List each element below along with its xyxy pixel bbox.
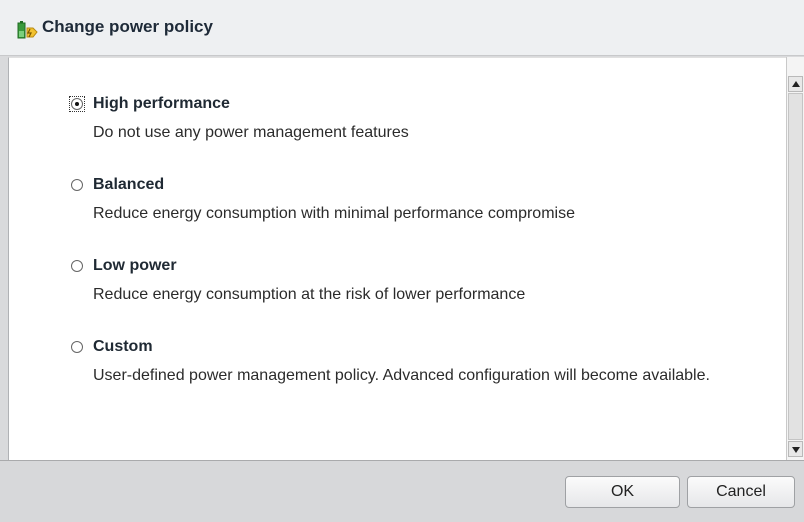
arrow-up-icon	[792, 81, 800, 87]
vertical-scrollbar[interactable]	[786, 57, 804, 460]
dialog-title: Change power policy	[42, 17, 213, 36]
dialog-footer: OK Cancel	[0, 460, 804, 522]
options-panel: High performance Do not use any power ma…	[8, 57, 786, 460]
option-label: High performance	[93, 95, 230, 112]
radio-high-performance[interactable]	[71, 98, 83, 110]
radio-balanced[interactable]	[71, 179, 83, 191]
dialog-titlebar: Change power policy	[0, 0, 804, 56]
option-description: User-defined power management policy. Ad…	[93, 367, 710, 384]
option-label: Custom	[93, 338, 153, 355]
power-policy-icon	[16, 18, 38, 40]
scroll-thumb[interactable]	[788, 93, 803, 440]
cancel-button[interactable]: Cancel	[687, 476, 795, 508]
option-description: Reduce energy consumption with minimal p…	[93, 205, 575, 222]
option-label: Balanced	[93, 176, 165, 193]
radio-custom[interactable]	[71, 341, 83, 353]
option-description: Do not use any power management features	[93, 124, 409, 141]
arrow-down-icon	[792, 447, 800, 453]
scroll-up-button[interactable]	[788, 76, 803, 92]
scroll-down-button[interactable]	[788, 441, 803, 457]
change-power-policy-dialog: Change power policy High performance Do …	[0, 0, 804, 522]
radio-low-power[interactable]	[71, 260, 83, 272]
ok-button[interactable]: OK	[565, 476, 680, 508]
option-description: Reduce energy consumption at the risk of…	[93, 286, 526, 303]
option-label: Low power	[93, 257, 177, 274]
